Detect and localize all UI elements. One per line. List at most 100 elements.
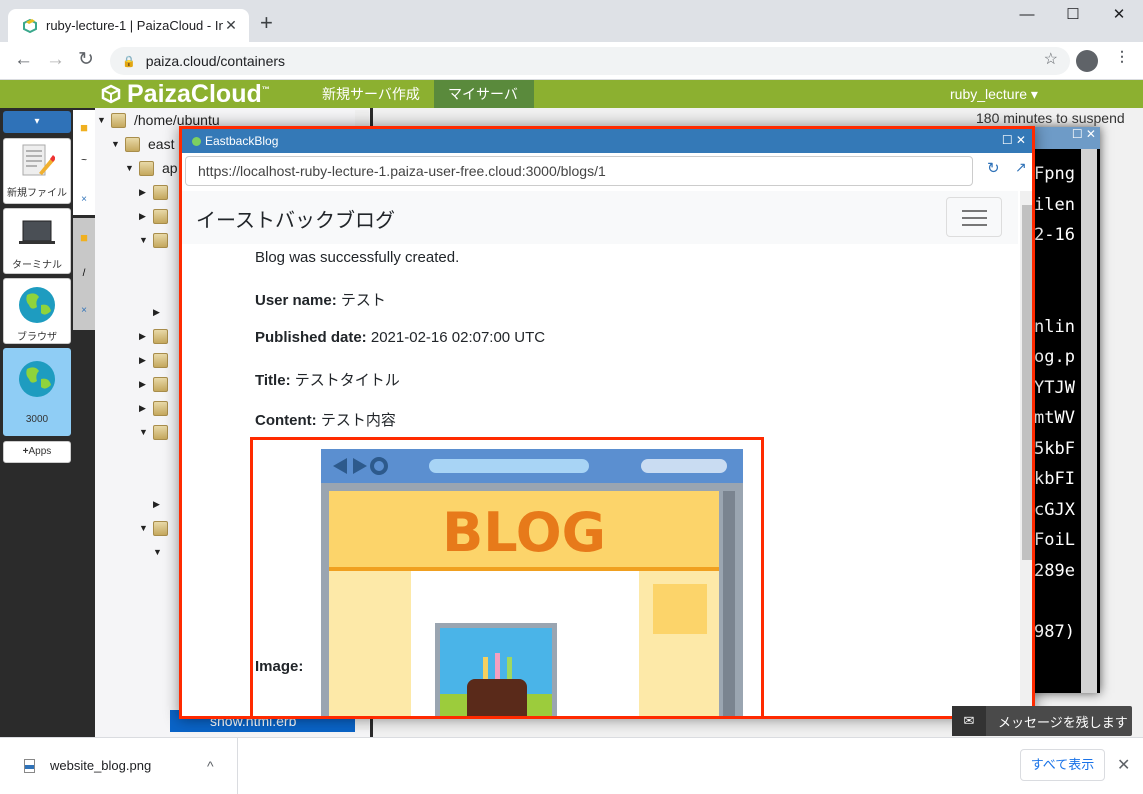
back-icon[interactable]: ← [14,50,33,70]
collapse-icon: ▶ [139,186,146,197]
folder-icon [153,184,168,200]
forward-icon[interactable]: → [46,50,65,70]
illustration-title: BLOG [442,501,606,564]
new-file-icon [22,144,56,176]
tree-row[interactable]: ▶ [153,300,167,324]
folder-icon: ■ [80,120,88,135]
folder-icon [111,112,126,128]
folder-icon [153,400,168,416]
address-bar[interactable]: 🔒 paiza.cloud/containers ☆ [110,47,1070,75]
close-download-bar-icon[interactable]: ✕ [1117,755,1130,775]
notice-message: Blog was successfully created. [255,249,460,266]
folder-icon [153,376,168,392]
folder-icon [153,520,168,536]
vtab2-close-icon[interactable]: × [73,305,95,316]
globe-icon [19,287,55,323]
open-external-icon[interactable]: ↗ [1015,159,1027,176]
terminal-window[interactable]: ☐ ✕ Fpng ilen 2-16 nlin og.p YTJW mtWV 5… [1030,127,1100,693]
popup-window-controls[interactable]: ☐ ✕ [1002,133,1026,147]
tree-row[interactable]: ▶ [139,348,176,372]
bookmark-star-icon[interactable]: ☆ [1044,49,1058,69]
field-user-name: User name: テスト [255,292,386,309]
scrollbar-thumb[interactable] [1022,205,1032,560]
globe-icon [192,136,201,146]
field-published-date: Published date: 2021-02-16 02:07:00 UTC [255,329,546,346]
expand-icon: ▼ [139,427,148,437]
tree-row[interactable]: ▼ ap [125,156,178,180]
image-highlight-box: BLOG [250,437,764,716]
terminal-button[interactable]: ターミナル [3,208,71,274]
new-tab-button[interactable]: + [260,12,273,34]
folder-icon [153,328,168,344]
app-menu-button[interactable]: ▾ [3,111,71,133]
maximize-button[interactable]: ☐ [1050,4,1096,26]
popup-scrollbar[interactable] [1020,191,1032,716]
terminal-scrollbar[interactable] [1081,149,1097,693]
minimize-button[interactable]: — [1004,4,1050,26]
user-menu[interactable]: ruby_lecture ▾ [950,80,1038,108]
globe-icon [19,361,55,397]
show-all-button[interactable]: すべて表示 [1020,749,1105,781]
expand-icon: ▼ [125,163,134,173]
hamburger-icon [962,210,987,212]
tree-row[interactable]: ▶ [153,492,167,516]
collapse-icon: ▶ [139,330,146,341]
folder-icon [153,232,168,248]
paiza-favicon-icon [23,18,37,33]
blog-brand[interactable]: イーストバックブログ [196,204,395,233]
popup-title: EastbackBlog [205,134,279,148]
tab-close-icon[interactable]: ✕ [223,17,239,34]
browser-tab[interactable]: ruby-lecture-1 | PaizaCloud - Inst ✕ [8,9,249,42]
expand-icon: ▼ [111,139,120,149]
add-apps-button[interactable]: +Apps [3,441,71,463]
chrome-menu-icon[interactable]: ⋮ [1115,49,1129,63]
tree-row[interactable]: ▶ [139,204,176,228]
browser-toolbar: ← → ↻ 🔒 paiza.cloud/containers ☆ ⋮ [0,42,1143,80]
reload-icon[interactable]: ↻ [78,50,94,70]
terminal-titlebar[interactable]: ☐ ✕ [1030,127,1100,149]
tree-row[interactable]: ▼ [139,516,176,540]
browser-popup-window[interactable]: EastbackBlog ☐ ✕ https://localhost-ruby-… [179,126,1035,719]
download-options-chevron-icon[interactable]: ^ [207,758,214,774]
tree-row[interactable]: ▶ [139,180,176,204]
tree-label: east [148,136,175,152]
field-title: Title: テストタイトル [255,372,400,389]
mail-icon: ✉ [952,706,986,736]
tree-row[interactable]: ▶ [139,324,176,348]
paiza-logo[interactable]: PaizaCloud ™ [100,80,270,108]
browser-button[interactable]: ブラウザ [3,278,71,344]
nav-my-server[interactable]: マイサーバ [434,80,534,108]
browser-3000-label: 3000 [25,414,49,425]
tree-row[interactable]: ▼ [153,540,167,564]
nav-new-server[interactable]: 新規サーバ作成 [308,80,434,108]
new-file-label: 新規ファイル [7,188,67,199]
folder-icon [139,160,154,176]
new-file-button[interactable]: 新規ファイル [3,138,71,204]
expand-icon: ▼ [139,235,148,245]
divider [237,738,238,794]
expand-icon: ▼ [153,547,162,557]
tree-row[interactable]: ▼ east [111,132,174,156]
popup-titlebar[interactable]: EastbackBlog ☐ ✕ [182,129,1032,153]
tab-title: ruby-lecture-1 | PaizaCloud - Inst [46,18,223,33]
logo-text: PaizaCloud [127,79,262,108]
download-item[interactable]: website_blog.png [24,758,151,773]
profile-avatar-icon[interactable] [1076,50,1098,72]
terminal-output: Fpng ilen 2-16 nlin og.p YTJW mtWV 5kbF … [1034,164,1075,642]
tree-label: ap [162,160,178,176]
close-window-button[interactable]: ✕ [1096,4,1142,26]
browser-3000-button[interactable]: 3000 [3,348,71,436]
vtab2-label: / [82,268,86,279]
folder-icon [125,136,140,152]
popup-reload-icon[interactable]: ↻ [987,159,1000,177]
popup-url-input[interactable]: https://localhost-ruby-lecture-1.paiza-u… [185,156,973,186]
navbar-toggler-button[interactable] [946,197,1002,237]
terminal-icon [19,220,55,244]
tree-row[interactable]: ▶ [139,396,176,420]
tree-row[interactable]: ▼ [139,420,176,444]
paiza-logo-icon [101,84,121,104]
tree-row[interactable]: ▶ [139,372,176,396]
tree-row[interactable]: ▼ [139,228,176,252]
leave-message-button[interactable]: ✉ メッセージを残します [952,706,1132,736]
vtab1-close-icon[interactable]: × [73,194,95,205]
